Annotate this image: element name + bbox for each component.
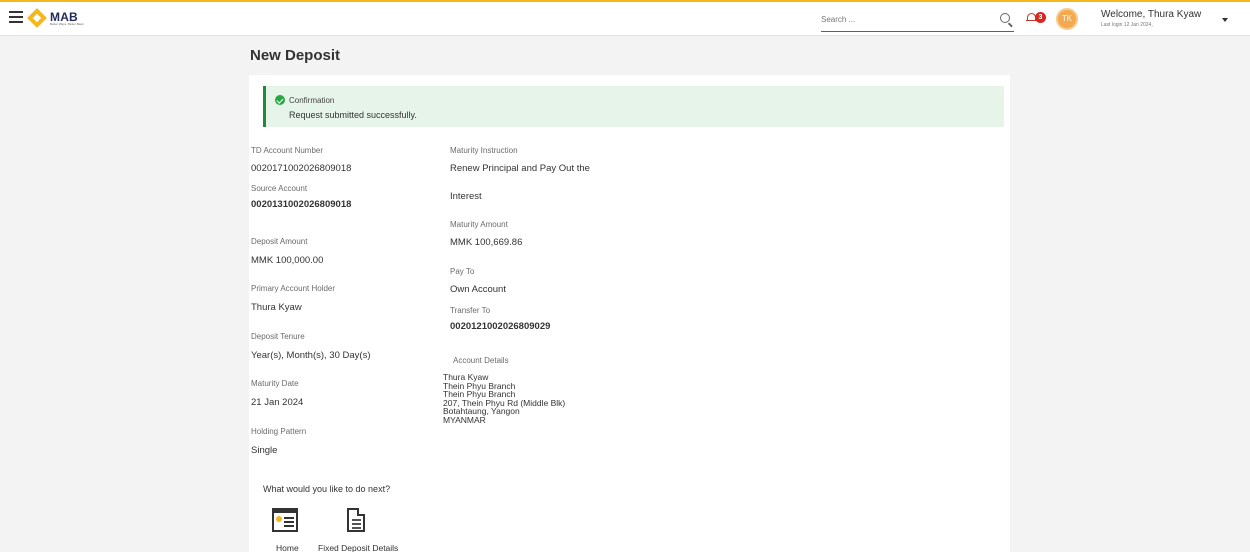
- maturity-instruction-value-line2: Interest: [450, 191, 482, 202]
- maturity-date-label: Maturity Date: [251, 379, 299, 388]
- menu-icon[interactable]: [9, 11, 23, 23]
- notification-badge: 3: [1035, 12, 1046, 23]
- address-line: MYANMAR: [443, 414, 486, 425]
- confirmation-alert: Confirmation Request submitted successfu…: [263, 86, 1004, 127]
- last-login-text: Last login 12 Jan 2024,: [1101, 22, 1153, 28]
- source-account-label: Source Account: [251, 184, 308, 193]
- brand-tagline: Better Ways, Better Bank: [50, 21, 84, 26]
- brand-name: MAB: [50, 9, 78, 24]
- user-welcome[interactable]: Welcome, Thura Kyaw Last login 12 Jan 20…: [1101, 9, 1201, 28]
- maturity-amount-label: Maturity Amount: [450, 220, 508, 229]
- avatar[interactable]: TK: [1056, 8, 1078, 30]
- deposit-confirmation-card: Confirmation Request submitted successfu…: [249, 75, 1010, 552]
- alert-title: Confirmation: [289, 96, 335, 105]
- maturity-date-value: 21 Jan 2024: [251, 397, 304, 408]
- td-account-value: 0020171002026809018: [251, 163, 352, 174]
- document-icon: [347, 508, 365, 532]
- search-box: [821, 8, 1014, 32]
- pay-to-label: Pay To: [450, 267, 475, 276]
- td-account-label: TD Account Number: [251, 146, 324, 155]
- page-title: New Deposit: [250, 47, 341, 64]
- check-circle-icon: [275, 95, 285, 105]
- alert-message: Request submitted successfully.: [289, 110, 417, 120]
- next-steps-question: What would you like to do next?: [263, 484, 391, 494]
- home-dashboard-icon: [272, 508, 298, 532]
- deposit-amount-value: MMK 100,000.00: [251, 255, 324, 266]
- home-label[interactable]: Home: [276, 543, 299, 552]
- holding-pattern-label: Holding Pattern: [251, 427, 307, 436]
- primary-holder-value: Thura Kyaw: [251, 302, 302, 313]
- account-details-label: Account Details: [453, 356, 509, 365]
- deposit-tenure-value: Year(s), Month(s), 30 Day(s): [251, 350, 371, 361]
- source-account-value: 0020131002026809018: [251, 199, 352, 210]
- welcome-text: Welcome, Thura Kyaw: [1101, 9, 1202, 20]
- top-bar: MAB Better Ways, Better Bank 3 TK Welcom…: [0, 0, 1250, 36]
- account-details-address: Thura Kyaw Thein Phyu Branch Thein Phyu …: [443, 373, 565, 425]
- deposit-amount-label: Deposit Amount: [251, 237, 308, 246]
- maturity-instruction-label: Maturity Instruction: [450, 146, 518, 155]
- chevron-down-icon[interactable]: [1222, 18, 1228, 22]
- search-icon[interactable]: [1000, 13, 1010, 23]
- deposit-tenure-label: Deposit Tenure: [251, 332, 305, 341]
- transfer-to-value: 0020121002026809029: [450, 321, 551, 332]
- fixed-deposit-details-label[interactable]: Fixed Deposit Details: [318, 543, 398, 552]
- maturity-amount-value: MMK 100,669.86: [450, 237, 523, 248]
- pay-to-value: Own Account: [450, 284, 506, 295]
- brand-logo[interactable]: MAB Better Ways, Better Bank: [27, 8, 84, 28]
- primary-holder-label: Primary Account Holder: [251, 284, 336, 293]
- transfer-to-label: Transfer To: [450, 306, 491, 315]
- maturity-instruction-value-line1: Renew Principal and Pay Out the: [450, 163, 590, 174]
- logo-diamond-icon: [27, 8, 47, 28]
- search-input[interactable]: [821, 8, 981, 30]
- holding-pattern-value: Single: [251, 445, 278, 456]
